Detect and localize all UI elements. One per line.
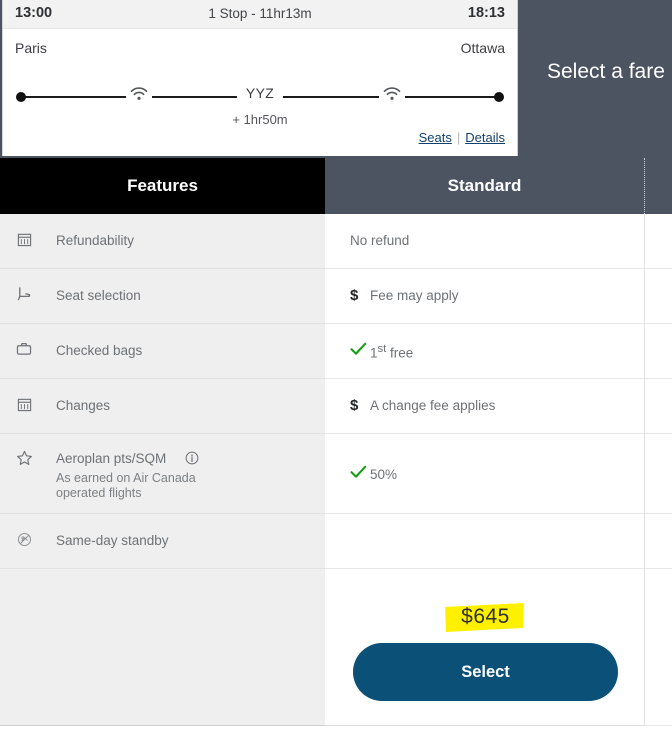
- fare-table-header: Features Standard: [0, 158, 672, 214]
- feature-cell-changes: Changes: [0, 379, 325, 434]
- feature-label: Same-day standby: [56, 533, 169, 548]
- value-cell-refundability: No refund: [325, 214, 645, 269]
- value-cell-same-day-standby: [325, 514, 645, 569]
- table-row: Refundability No refund: [0, 214, 672, 269]
- fare-table-body: Refundability No refund Seat selection $…: [0, 214, 672, 733]
- route-diagram: Paris Ottawa YYZ + 1hr50m Seats | Detail…: [3, 29, 517, 156]
- link-separator: |: [456, 130, 461, 145]
- price-container: $645: [325, 603, 644, 632]
- feature-label: Changes: [56, 398, 111, 413]
- column-header-standard[interactable]: Standard: [325, 158, 645, 214]
- feature-cell-empty: [0, 569, 325, 726]
- fare-action-cell: $645 Select: [325, 569, 645, 726]
- fare-comparison-table: Features Standard Refundability No refun…: [0, 158, 672, 733]
- dollar-icon: $: [350, 397, 359, 414]
- feature-value: No refund: [350, 233, 410, 248]
- value-cell-next-fare: [645, 214, 672, 269]
- value-cell-aeroplan-points: 50%: [325, 434, 645, 514]
- info-icon[interactable]: [185, 451, 199, 470]
- feature-label: Refundability: [56, 233, 135, 248]
- destination-dot: [494, 92, 504, 102]
- column-header-features: Features: [0, 158, 325, 214]
- details-link[interactable]: Details: [465, 130, 505, 145]
- seats-link[interactable]: Seats: [419, 130, 452, 145]
- feature-cell-checked-bags: Checked bags: [0, 324, 325, 379]
- calendar-icon: [14, 232, 34, 252]
- value-cell-next-fare: [645, 379, 672, 434]
- suitcase-icon: [14, 342, 34, 361]
- stopover-airport-code: YYZ: [236, 85, 284, 101]
- feature-cell-refundability: Refundability: [0, 214, 325, 269]
- value-cell-seat-selection: $ Fee may apply: [325, 269, 645, 324]
- fare-price: $645: [461, 605, 510, 628]
- table-row: Seat selection $ Fee may apply: [0, 269, 672, 324]
- feature-cell-aeroplan-points: Aeroplan pts/SQM As earned on Air Canada…: [0, 434, 325, 514]
- star-icon: [14, 450, 34, 471]
- layover-duration: + 1hr50m: [232, 112, 288, 127]
- feature-value: Fee may apply: [370, 288, 459, 303]
- destination-city: Ottawa: [460, 40, 505, 56]
- table-row: Checked bags 1st free: [0, 324, 672, 379]
- table-row-fare-action: $645 Select: [0, 569, 672, 726]
- select-a-fare-title: Select a fare: [547, 60, 665, 83]
- stops-duration-summary: 1 Stop - 11hr13m: [208, 6, 312, 21]
- calendar-icon: [14, 397, 34, 417]
- value-cell-next-fare: [645, 324, 672, 379]
- flight-summary-card[interactable]: 13:00 1 Stop - 11hr13m 18:13 Paris Ottaw…: [2, 0, 518, 156]
- feature-sublabel: As earned on Air Canada operated flights: [56, 471, 196, 500]
- feature-value: A change fee applies: [370, 398, 496, 413]
- table-row: Same-day standby: [0, 514, 672, 569]
- feature-label: Checked bags: [56, 343, 143, 358]
- value-cell-changes: $ A change fee applies: [325, 379, 645, 434]
- wifi-icon: [379, 85, 405, 105]
- feature-value: 1st free: [370, 342, 414, 361]
- origin-dot: [16, 92, 26, 102]
- dollar-icon: $: [350, 287, 359, 304]
- origin-city: Paris: [15, 40, 47, 56]
- value-cell-next-fare: [645, 269, 672, 324]
- value-cell-next-fare: [645, 434, 672, 514]
- feature-label: Seat selection: [56, 288, 141, 303]
- feature-value: 50%: [370, 467, 398, 482]
- value-cell-checked-bags: 1st free: [325, 324, 645, 379]
- feature-cell-same-day-standby: Same-day standby: [0, 514, 325, 569]
- check-icon: [350, 342, 370, 361]
- select-button[interactable]: Select: [353, 643, 618, 701]
- column-header-next-fare[interactable]: [645, 158, 672, 214]
- wifi-icon: [126, 85, 152, 105]
- feature-cell-seat-selection: Seat selection: [0, 269, 325, 324]
- feature-label: Aeroplan pts/SQM: [56, 451, 167, 466]
- price-highlight-annotation: $645: [445, 603, 524, 632]
- card-links: Seats | Details: [419, 130, 505, 145]
- check-icon: [350, 465, 370, 484]
- table-row: Changes $ A change fee applies: [0, 379, 672, 434]
- table-row: Aeroplan pts/SQM As earned on Air Canada…: [0, 434, 672, 514]
- route-line: YYZ + 1hr50m: [16, 85, 504, 127]
- value-cell-next-fare: [645, 514, 672, 569]
- seat-icon: [14, 286, 34, 307]
- value-cell-next-fare: [645, 569, 672, 726]
- fare-selection-panel: 13:00 1 Stop - 11hr13m 18:13 Paris Ottaw…: [0, 0, 672, 158]
- flight-time-bar: 13:00 1 Stop - 11hr13m 18:13: [3, 0, 517, 29]
- arrival-time: 18:13: [467, 5, 505, 21]
- no-standby-icon: [14, 532, 34, 552]
